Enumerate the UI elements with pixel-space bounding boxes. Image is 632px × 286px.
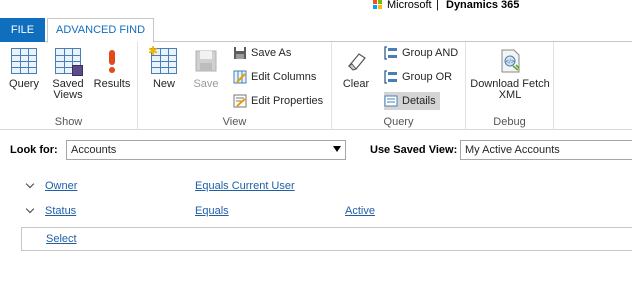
group-query-label: Query [383, 116, 414, 128]
clear-button[interactable]: Clear [338, 48, 374, 90]
save-as-label: Save As [251, 47, 292, 59]
download-fetch-xml-button[interactable]: </> Download Fetch XML [470, 48, 550, 101]
chevron-down-icon[interactable] [25, 204, 35, 214]
query-button[interactable]: Query [4, 48, 44, 90]
new-label: New [152, 78, 175, 90]
brand-company: Microsoft [387, 0, 432, 11]
details-icon [384, 94, 398, 108]
details-button[interactable]: Details [384, 92, 440, 110]
tab-advanced-find[interactable]: ADVANCED FIND [47, 18, 155, 43]
xml-document-icon: </> [497, 48, 523, 74]
star-icon: ✱ [148, 44, 159, 58]
tab-file[interactable]: FILE [0, 18, 45, 42]
condition-row: Owner Equals Current User [0, 178, 632, 196]
group-query: Clear Group AND Group OR Details Query [332, 42, 466, 130]
save-disk-icon [193, 48, 219, 74]
download-fetch-xml-label: Download Fetch XML [470, 78, 550, 101]
chevron-down-icon [333, 146, 341, 152]
group-and-button[interactable]: Group AND [384, 44, 458, 62]
group-and-icon [384, 46, 398, 60]
brand-separator: | [436, 0, 439, 11]
group-debug-label: Debug [493, 116, 526, 128]
eraser-icon [343, 48, 369, 74]
saved-views-icon [55, 48, 83, 76]
edit-columns-button[interactable]: Edit Columns [233, 68, 316, 86]
saved-views-button[interactable]: Saved Views [46, 48, 90, 101]
details-label: Details [402, 95, 436, 107]
condition-row: Status Equals Active [0, 203, 632, 221]
group-or-icon [384, 70, 398, 84]
saved-view-select[interactable]: My Active Accounts [460, 140, 632, 160]
save-button[interactable]: Save [186, 48, 226, 90]
group-and-label: Group AND [402, 47, 459, 59]
save-as-button[interactable]: Save As [233, 44, 291, 62]
group-or-label: Group OR [402, 71, 453, 83]
condition-value-link[interactable]: Active [345, 205, 375, 217]
look-for-bar: Look for: Accounts Use Saved View: My Ac… [0, 140, 632, 162]
look-for-label: Look for: [10, 144, 58, 156]
chevron-down-icon[interactable] [25, 179, 35, 189]
brand-product: Dynamics 365 [446, 0, 520, 11]
saved-views-label: Saved Views [52, 78, 84, 101]
select-field-link[interactable]: Select [46, 233, 77, 245]
query-grid-icon [11, 48, 37, 74]
edit-columns-icon [233, 70, 247, 84]
query-label: Query [9, 78, 39, 90]
exclamation-icon [99, 48, 125, 74]
new-condition-row: Select [21, 227, 632, 251]
ribbon-tabs: FILE ADVANCED FIND [0, 18, 632, 43]
condition-field-link[interactable]: Status [45, 205, 76, 217]
edit-properties-label: Edit Properties [251, 95, 324, 107]
results-button[interactable]: Results [92, 48, 132, 90]
edit-properties-button[interactable]: Edit Properties [233, 92, 323, 110]
group-debug: </> Download Fetch XML Debug [466, 42, 554, 130]
look-for-value: Accounts [71, 144, 117, 156]
microsoft-logo-icon [373, 0, 383, 10]
ribbon: Query Saved Views Results Show ✱ New Sav… [0, 42, 632, 130]
group-view: ✱ New Save Save As Edit Columns Edit Pro… [138, 42, 332, 130]
save-as-icon [233, 46, 247, 60]
saved-view-value: My Active Accounts [465, 144, 560, 156]
svg-text:</>: </> [505, 59, 515, 65]
edit-columns-label: Edit Columns [251, 71, 317, 83]
new-view-icon: ✱ [148, 44, 177, 74]
group-show: Query Saved Views Results Show [0, 42, 138, 130]
disk-icon [72, 65, 83, 76]
results-label: Results [93, 78, 131, 90]
edit-properties-icon [233, 94, 247, 108]
condition-field-link[interactable]: Owner [45, 180, 77, 192]
group-show-label: Show [54, 116, 83, 128]
group-view-label: View [222, 116, 247, 128]
saved-view-label: Use Saved View: [370, 144, 458, 156]
new-button[interactable]: ✱ New [144, 44, 184, 90]
clear-label: Clear [342, 78, 370, 90]
group-or-button[interactable]: Group OR [384, 68, 452, 86]
save-label: Save [193, 78, 219, 90]
condition-operator-link[interactable]: Equals [195, 205, 229, 217]
look-for-select[interactable]: Accounts [66, 140, 346, 160]
brand-bar: Microsoft | Dynamics 365 [0, 0, 632, 18]
condition-operator-link[interactable]: Equals Current User [195, 180, 295, 192]
